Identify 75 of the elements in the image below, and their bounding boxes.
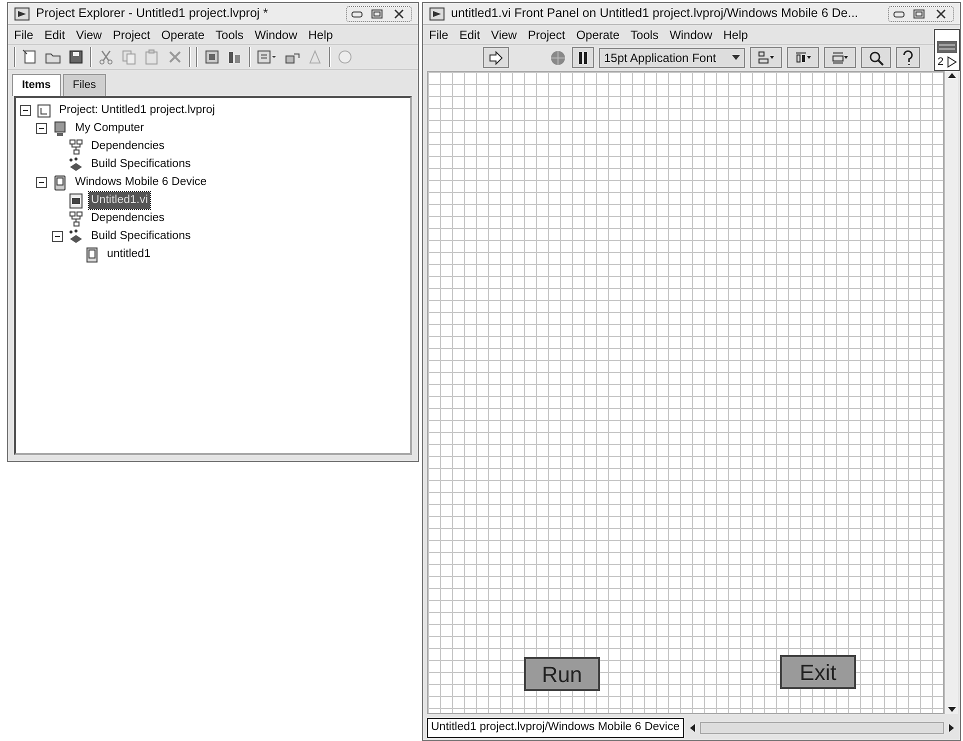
run-arrow-button[interactable] <box>483 47 509 68</box>
resize-objects-button[interactable] <box>824 47 856 68</box>
menu-item[interactable]: Help <box>308 26 333 44</box>
cut-icon[interactable] <box>97 48 115 66</box>
vi-icon-drawing <box>936 40 958 54</box>
menu-item[interactable]: View <box>491 26 517 44</box>
menu-item[interactable]: File <box>429 26 448 44</box>
menu-item[interactable]: Project <box>528 26 566 44</box>
tree-item[interactable]: Build Specifications <box>89 228 193 246</box>
project-icon <box>36 102 52 118</box>
pause-button[interactable] <box>572 47 594 68</box>
add-file-icon[interactable] <box>203 48 221 66</box>
help-button[interactable] <box>896 47 920 68</box>
scroll-right-icon[interactable] <box>948 723 956 733</box>
window-title: Project Explorer - Untitled1 project.lvproj * <box>36 5 270 22</box>
app-icon <box>14 6 30 20</box>
connector-number: 2 <box>937 54 944 70</box>
mobile-device-icon <box>52 174 68 190</box>
align-objects-button[interactable] <box>750 47 782 68</box>
menu-item[interactable]: Window <box>670 26 712 44</box>
expander-icon[interactable] <box>20 105 31 116</box>
tree-item[interactable]: Windows Mobile 6 Device <box>73 174 209 192</box>
menu-item[interactable]: Project <box>112 26 150 44</box>
tree-item[interactable]: Dependencies <box>89 210 167 228</box>
arrow-icon <box>946 56 957 68</box>
vertical-scrollbar[interactable] <box>944 71 958 714</box>
menu-item[interactable]: Operate <box>161 26 205 44</box>
align-objects-icon <box>757 50 775 66</box>
view-dropdown-icon[interactable] <box>256 48 278 66</box>
menu-item[interactable]: Tools <box>216 26 244 44</box>
scroll-down-icon[interactable] <box>946 706 956 714</box>
run-arrow-icon <box>487 50 505 66</box>
tree-item[interactable]: Dependencies <box>89 138 167 156</box>
tab[interactable]: Files <box>62 74 106 96</box>
expander-icon[interactable] <box>36 123 47 134</box>
build-specifications-icon <box>68 228 84 244</box>
font-dropdown[interactable]: 15pt Application Font <box>599 48 745 68</box>
vi-file-icon <box>68 192 84 208</box>
horizontal-scrollbar[interactable] <box>700 722 944 734</box>
search-button[interactable] <box>861 47 891 68</box>
dependencies-icon <box>68 210 84 226</box>
build-specifications-icon <box>68 156 84 172</box>
expander-icon[interactable] <box>36 177 47 188</box>
menu-item[interactable]: Operate <box>576 26 620 44</box>
menu-item[interactable]: Window <box>254 26 298 44</box>
menu-item[interactable]: View <box>76 26 102 44</box>
save-icon[interactable] <box>67 48 85 66</box>
computer-icon <box>52 120 68 136</box>
abort-icon[interactable] <box>549 48 567 66</box>
tree-item[interactable]: Build Specifications <box>89 156 193 174</box>
tree-item[interactable]: Untitled1.vi <box>89 192 150 210</box>
caret-icon <box>732 54 740 60</box>
connector-pane[interactable]: 2 <box>934 29 960 71</box>
panel-button[interactable]: Exit <box>780 655 856 689</box>
tree-item[interactable]: My Computer <box>73 120 146 138</box>
menu-item[interactable]: File <box>14 26 34 44</box>
resize-objects-icon <box>831 50 849 66</box>
tree-item[interactable]: untitled1 <box>105 246 152 264</box>
window-title: untitled1.vi Front Panel on Untitled1 project.lvproj/Windows Mobile 6 De... <box>451 5 860 22</box>
scroll-left-icon[interactable] <box>688 723 696 733</box>
expander-icon[interactable] <box>52 231 63 242</box>
distribute-objects-button[interactable] <box>787 47 819 68</box>
search-icon <box>867 50 885 66</box>
app-icon <box>429 6 445 20</box>
application-icon <box>84 246 100 262</box>
menu-item[interactable]: Edit <box>459 26 480 44</box>
context-path-box[interactable]: Untitled1 project.lvproj/Windows Mobile 6 Device <box>427 718 684 738</box>
tab[interactable]: Items <box>12 74 61 96</box>
distribute-objects-icon <box>794 50 812 66</box>
dependencies-icon <box>68 138 84 154</box>
tree-item[interactable]: Project: Untitled1 project.lvproj <box>57 102 217 120</box>
menu-item[interactable]: Tools <box>630 26 659 44</box>
panel-button[interactable]: Run <box>524 657 600 691</box>
menu-item[interactable]: Edit <box>44 26 66 44</box>
menu-item[interactable]: Help <box>723 26 748 44</box>
